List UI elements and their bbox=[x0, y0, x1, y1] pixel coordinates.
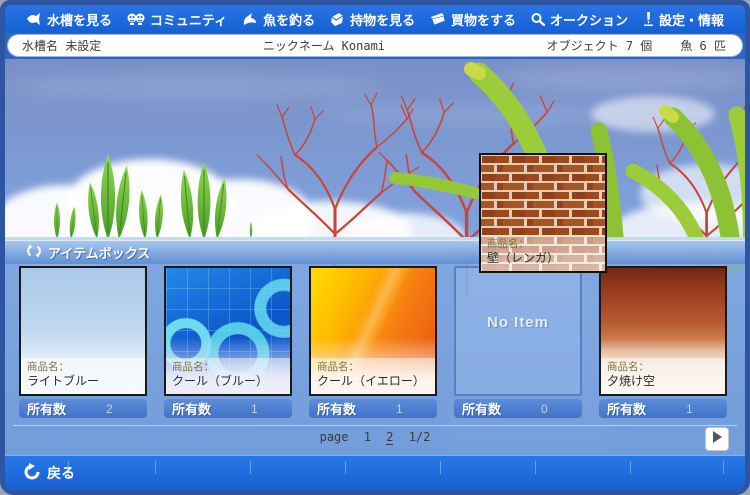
nav-label: 水槽を見る bbox=[46, 12, 112, 28]
owned-count-bar: 所有数 1 bbox=[164, 399, 292, 418]
app-window: 水槽を見る コミュニティ 魚を釣る 持物を見る 買物をする オークション 設定・… bbox=[0, 0, 750, 495]
item-slot: 商品名： クール（イエロー） 所有数 1 bbox=[309, 266, 437, 418]
back-icon bbox=[23, 462, 41, 484]
item-slot-empty: No Item 所有数 0 bbox=[454, 266, 582, 418]
nav-auction[interactable]: オークション bbox=[531, 10, 628, 29]
divider bbox=[723, 461, 724, 474]
divider bbox=[630, 461, 631, 474]
divider bbox=[345, 461, 346, 474]
tank-name: 水槽名 未設定 bbox=[22, 39, 102, 53]
item-image: 商品名： クール（イエロー） bbox=[311, 268, 435, 394]
footer-bar: 戻る bbox=[5, 455, 745, 490]
community-icon bbox=[127, 13, 145, 25]
product-name: ライトブルー bbox=[27, 374, 100, 388]
fish-count: 魚 6 匹 bbox=[680, 39, 726, 53]
divider bbox=[155, 461, 156, 474]
divider bbox=[440, 461, 441, 474]
empty-item-slot[interactable]: No Item bbox=[454, 266, 582, 396]
nav-community[interactable]: コミュニティ bbox=[127, 10, 227, 29]
item-slot: 商品名： ライトブルー 所有数 2 bbox=[19, 266, 147, 418]
product-name-label: 商品名： bbox=[607, 361, 649, 373]
nav-belongings[interactable]: 持物を見る bbox=[330, 10, 415, 29]
product-name: クール（ブルー） bbox=[172, 374, 269, 388]
next-page-button[interactable] bbox=[705, 427, 729, 451]
item-slot: 商品名： 夕焼け空 所有数 1 bbox=[599, 266, 727, 418]
item-slot: 商品名： クール（ブルー） 所有数 1 bbox=[164, 266, 292, 418]
auction-icon bbox=[531, 12, 546, 26]
item-card-sunset[interactable]: 商品名： 夕焼け空 bbox=[599, 266, 727, 396]
owned-label: 所有数 bbox=[27, 402, 67, 417]
divider bbox=[13, 425, 737, 426]
fish-icon bbox=[26, 13, 42, 25]
nav-label: コミュニティ bbox=[149, 12, 228, 28]
product-name-label: 商品名： bbox=[172, 361, 214, 373]
item-image: 商品名： 夕焼け空 bbox=[601, 268, 725, 394]
back-label: 戻る bbox=[47, 465, 75, 481]
product-name: クール（イエロー） bbox=[317, 374, 425, 388]
nav-view-tank[interactable]: 水槽を見る bbox=[26, 10, 112, 29]
item-card-lightblue[interactable]: 商品名： ライトブルー bbox=[19, 266, 147, 396]
page-label: page bbox=[319, 430, 349, 444]
page-number-2-current[interactable]: 2 bbox=[386, 430, 394, 445]
brick-item-image: 商品名： 壁（レンガ） bbox=[481, 155, 605, 271]
nav-label: 魚を釣る bbox=[263, 12, 316, 28]
fishing-icon bbox=[242, 12, 258, 26]
next-page-icon bbox=[711, 430, 723, 449]
status-bar: 水槽名 未設定 ニックネーム Konami オブジェクト 7 個 魚 6 匹 bbox=[7, 34, 743, 57]
top-nav: 水槽を見る コミュニティ 魚を釣る 持物を見る 買物をする オークション 設定・… bbox=[5, 5, 745, 33]
owned-count: 1 bbox=[251, 401, 258, 416]
divider bbox=[250, 461, 251, 474]
belongings-icon bbox=[330, 12, 345, 26]
owned-label: 所有数 bbox=[172, 402, 212, 417]
owned-count-bar: 所有数 1 bbox=[599, 399, 727, 418]
refresh-icon bbox=[27, 244, 41, 261]
item-box-header: アイテムボックス bbox=[5, 240, 745, 264]
owned-count: 1 bbox=[396, 401, 403, 416]
owned-count: 2 bbox=[106, 401, 113, 416]
nav-label: 買物をする bbox=[451, 12, 517, 28]
object-count: オブジェクト 7 個 bbox=[546, 39, 653, 53]
product-name: 夕焼け空 bbox=[607, 374, 656, 388]
no-item-label: No Item bbox=[486, 313, 549, 331]
owned-count: 1 bbox=[686, 401, 693, 416]
item-box-panel: アイテムボックス 商品名： ライトブルー 所有数 2 商品名： クール（ブルー）… bbox=[5, 237, 745, 455]
nav-label: 持物を見る bbox=[350, 12, 416, 28]
owned-label: 所有数 bbox=[462, 402, 502, 417]
page-number-1[interactable]: 1 bbox=[364, 430, 371, 444]
owned-label: 所有数 bbox=[317, 402, 357, 417]
owned-count-bar: 所有数 1 bbox=[309, 399, 437, 418]
item-label-area: 商品名： 夕焼け空 bbox=[601, 358, 725, 394]
item-label-area: 商品名： クール（ブルー） bbox=[166, 358, 290, 394]
nav-settings[interactable]: 設定・情報 bbox=[643, 10, 724, 29]
product-name-label: 商品名： bbox=[317, 361, 359, 373]
product-name-label: 商品名： bbox=[27, 361, 69, 373]
owned-count-bar: 所有数 0 bbox=[454, 399, 582, 418]
selected-item-popup[interactable]: 商品名： 壁（レンガ） bbox=[479, 153, 607, 273]
item-card-coolblue[interactable]: 商品名： クール（ブルー） bbox=[164, 266, 292, 396]
item-label-area: 商品名： 壁（レンガ） bbox=[481, 235, 605, 271]
page-fraction: 1/2 bbox=[408, 430, 431, 444]
item-card-coolyellow[interactable]: 商品名： クール（イエロー） bbox=[309, 266, 437, 396]
item-image: 商品名： クール（ブルー） bbox=[166, 268, 290, 394]
item-image: 商品名： ライトブルー bbox=[21, 268, 145, 394]
shopping-icon bbox=[430, 13, 446, 25]
item-box-title: アイテムボックス bbox=[48, 246, 151, 261]
back-button[interactable]: 戻る bbox=[5, 462, 75, 484]
divider bbox=[535, 461, 536, 474]
product-name: 壁（レンガ） bbox=[487, 251, 560, 265]
item-label-area: 商品名： ライトブルー bbox=[21, 358, 145, 394]
nav-label: 設定・情報 bbox=[658, 12, 724, 28]
nav-shopping[interactable]: 買物をする bbox=[430, 10, 516, 29]
settings-icon bbox=[643, 12, 654, 26]
owned-label: 所有数 bbox=[607, 402, 647, 417]
item-label-area: 商品名： クール（イエロー） bbox=[311, 358, 435, 394]
owned-count-bar: 所有数 2 bbox=[19, 399, 147, 418]
nickname: ニックネーム Konami bbox=[262, 39, 386, 53]
divider bbox=[68, 461, 69, 474]
pagination: page 1 2 1/2 bbox=[5, 430, 745, 445]
product-name-label: 商品名： bbox=[487, 238, 529, 250]
nav-label: オークション bbox=[550, 12, 629, 28]
nav-fishing[interactable]: 魚を釣る bbox=[242, 10, 315, 29]
owned-count: 0 bbox=[541, 401, 548, 416]
